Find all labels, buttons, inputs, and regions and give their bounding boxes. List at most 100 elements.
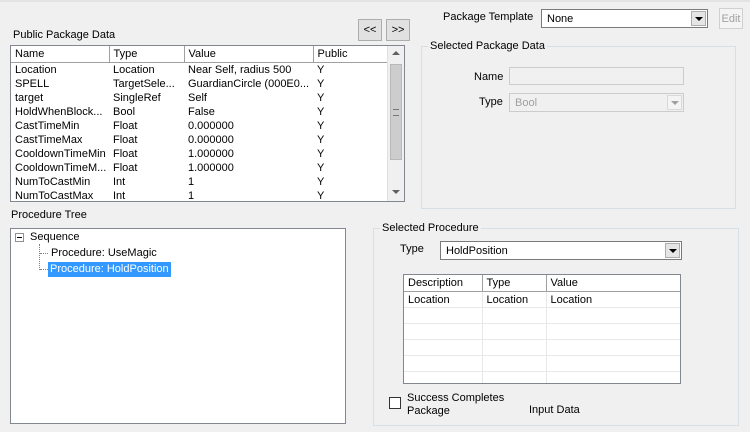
column-header-description[interactable]: Description <box>404 275 483 292</box>
table-cell: Float <box>113 162 138 174</box>
table-cell: Location <box>404 291 483 308</box>
tree-connector <box>39 244 40 270</box>
table-cell: Y <box>317 106 325 118</box>
table-cell: Y <box>317 92 325 104</box>
table-cell <box>404 371 483 383</box>
table-cell: Float <box>113 120 138 132</box>
table-cell <box>404 307 483 324</box>
table-cell <box>404 339 483 356</box>
edit-button[interactable]: Edit <box>719 8 743 29</box>
table-cell: Y <box>317 190 325 202</box>
table-cell <box>482 323 547 340</box>
table-cell: Float <box>113 134 138 146</box>
column-header-value[interactable]: Value <box>546 275 680 292</box>
table-row[interactable]: target SingleRef Self Y <box>11 91 389 105</box>
table-row[interactable]: NumToCastMin Int 1 Y <box>11 175 389 189</box>
table-row[interactable]: NumToCastMax Int 1 Y <box>11 189 389 202</box>
tree-connector <box>40 253 48 254</box>
table-cell: Location <box>113 64 155 76</box>
success-label[interactable]: Success Completes Package <box>407 392 517 418</box>
table-cell: Int <box>113 176 126 188</box>
tree-item-holdposition[interactable]: Procedure: HoldPosition <box>48 262 171 277</box>
success-checkbox[interactable] <box>389 397 401 409</box>
table-row[interactable]: SPELL TargetSele... GuardianCircle (000E0.… <box>11 77 389 91</box>
procedure-tree-title: Procedure Tree <box>11 209 87 221</box>
procedure-tree[interactable]: Sequence Procedure: UseMagic Procedure: … <box>10 228 346 424</box>
empty-row[interactable] <box>404 339 680 356</box>
type-label: Type <box>479 96 503 108</box>
table-row[interactable]: Location Location Location <box>404 291 680 308</box>
table-row[interactable]: CooldownTimeM... Float 1.000000 Y <box>11 161 389 175</box>
minus-icon <box>17 237 22 238</box>
table-cell: 1 <box>188 176 195 188</box>
column-header-public[interactable]: Public <box>313 46 390 63</box>
table-cell: NumToCastMax <box>15 190 94 202</box>
table-row[interactable]: CooldownTimeMin Float 1.000000 Y <box>11 147 389 161</box>
empty-row[interactable] <box>404 371 680 383</box>
chevron-down-icon[interactable] <box>691 11 706 26</box>
table-cell: Location <box>546 291 680 308</box>
table-cell: Y <box>317 148 325 160</box>
table-cell <box>546 339 680 356</box>
procedure-input-table[interactable]: Description Type Value Location Location L… <box>403 274 681 384</box>
selected-procedure-title: Selected Procedure <box>380 221 481 235</box>
table-row[interactable]: CastTimeMin Float 0.000000 Y <box>11 119 389 133</box>
table-cell: 1.000000 <box>188 148 234 160</box>
table-cell: 0.000000 <box>188 120 234 132</box>
table-cell <box>482 371 547 383</box>
name-field[interactable] <box>509 67 684 85</box>
public-package-table[interactable]: Name Type Value Public Location Location N… <box>10 45 405 202</box>
table-cell: Y <box>317 176 325 188</box>
table-cell: CooldownTimeMin <box>15 148 106 160</box>
tree-root-sequence[interactable]: Sequence <box>30 231 80 244</box>
empty-row[interactable] <box>404 355 680 372</box>
selected-package-title: Selected Package Data <box>428 39 547 53</box>
table-cell: Y <box>317 78 325 90</box>
nav-next-button[interactable]: >> <box>386 19 410 41</box>
table-cell <box>482 355 547 372</box>
column-header-type[interactable]: Type <box>482 275 547 292</box>
table-row[interactable]: Location Location Near Self, radius 500 Y <box>11 63 389 78</box>
input-data-label: Input Data <box>529 404 580 416</box>
table-cell: Y <box>317 162 325 174</box>
public-package-scrollbar[interactable] <box>387 46 404 201</box>
column-header-name[interactable]: Name <box>11 46 110 63</box>
scroll-down-icon[interactable] <box>392 190 400 194</box>
column-header-value[interactable]: Value <box>184 46 314 63</box>
table-cell: target <box>15 92 44 104</box>
scroll-up-icon[interactable] <box>392 51 400 55</box>
collapse-icon[interactable] <box>15 233 24 242</box>
table-cell: Self <box>188 92 207 104</box>
chevron-down-icon[interactable] <box>665 243 680 258</box>
package-template-dropdown[interactable]: None <box>541 9 708 28</box>
table-row[interactable]: HoldWhenBlock... Bool False Y <box>11 105 389 119</box>
table-cell: 0.000000 <box>188 134 234 146</box>
table-cell <box>546 307 680 324</box>
column-header-type[interactable]: Type <box>109 46 185 63</box>
table-row[interactable]: CastTimeMax Float 0.000000 Y <box>11 133 389 147</box>
package-template-label: Package Template <box>443 11 534 23</box>
table-cell <box>404 323 483 340</box>
table-cell: Bool <box>113 106 136 118</box>
package-type-dropdown[interactable]: Bool <box>509 93 684 112</box>
table-cell: 1.000000 <box>188 162 234 174</box>
procedure-type-dropdown[interactable]: HoldPosition <box>440 241 682 260</box>
table-cell: TargetSele... <box>113 78 175 90</box>
empty-row[interactable] <box>404 323 680 340</box>
table-cell: CastTimeMin <box>15 120 80 132</box>
public-package-title: Public Package Data <box>13 29 116 41</box>
table-cell: CooldownTimeM... <box>15 162 107 174</box>
chevron-down-icon <box>667 95 682 110</box>
tree-item-usemagic[interactable]: Procedure: UseMagic <box>50 247 158 260</box>
nav-prev-button[interactable]: << <box>358 19 382 41</box>
table-cell: Y <box>317 134 325 146</box>
table-cell <box>404 355 483 372</box>
table-cell: Y <box>317 120 325 132</box>
table-cell: NumToCastMin <box>15 176 91 188</box>
table-cell: False <box>188 106 215 118</box>
package-type-value: Bool <box>515 97 538 109</box>
empty-row[interactable] <box>404 307 680 324</box>
scroll-thumb[interactable] <box>390 64 402 160</box>
procedure-type-value: HoldPosition <box>446 245 508 257</box>
table-cell: SPELL <box>15 78 50 90</box>
